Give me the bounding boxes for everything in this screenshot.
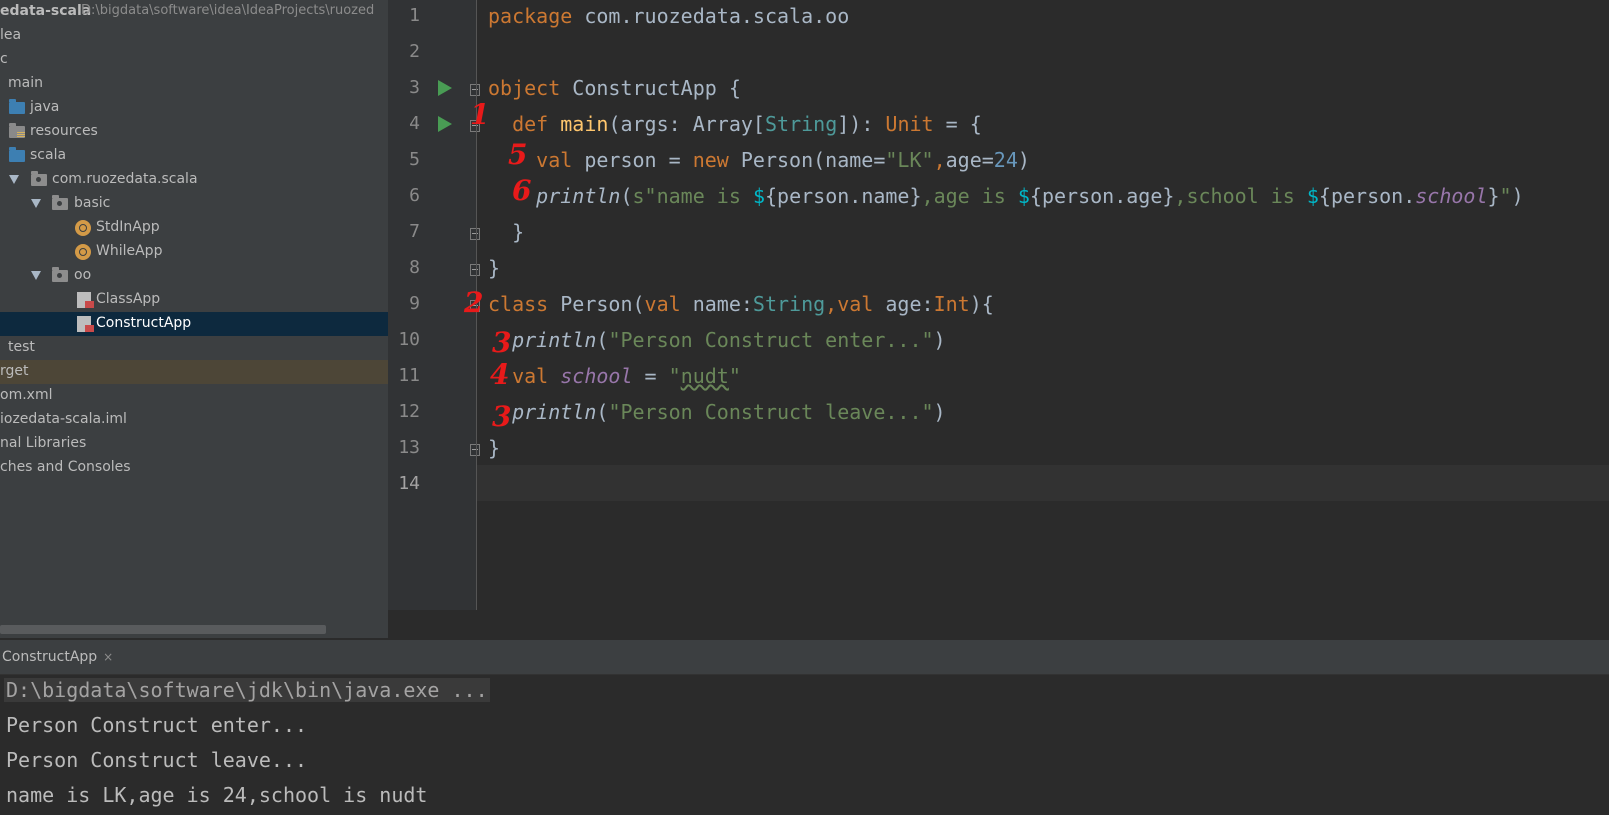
code-line-3: object ConstructApp { [488, 76, 741, 100]
line-number: 10 [398, 329, 420, 350]
line-number: 4 [409, 113, 420, 134]
line-number: 3 [409, 77, 420, 98]
code-line-13: } [488, 436, 501, 460]
current-line-highlight [477, 465, 1609, 501]
tree-item-resources[interactable]: resources [0, 120, 388, 144]
resources-folder-icon [9, 123, 25, 138]
line-number: 11 [398, 365, 420, 386]
chevron-down-icon[interactable] [9, 175, 19, 184]
code-line-10: println("Person Construct enter...") [512, 328, 946, 352]
run-tab-bar: ConstructApp × [0, 640, 1609, 675]
line-number: 13 [398, 437, 420, 458]
tree-item-package-scala[interactable]: com.ruozedata.scala [0, 168, 388, 192]
tree-item-src[interactable]: c [0, 48, 388, 72]
line-number: 14 [398, 473, 420, 494]
console-command-line: D:\bigdata\software\jdk\bin\java.exe ... [4, 678, 490, 702]
code-line-12: println("Person Construct leave...") [512, 400, 946, 424]
editor-gutter: 1 2 3 4 5 6 7 8 9 10 11 12 13 14 [388, 0, 480, 610]
line-number: 12 [398, 401, 420, 422]
run-tab-label: ConstructApp [2, 649, 98, 665]
annotation-number: 1 [470, 98, 490, 131]
folder-icon [9, 147, 25, 162]
project-root-path: D:\bigdata\software\idea\IdeaProjects\ru… [81, 3, 375, 18]
console-output-line: Person Construct leave... [6, 748, 308, 772]
annotation-number: 6 [512, 174, 532, 207]
package-icon [31, 171, 47, 186]
code-line-4: def main(args: Array[String]): Unit = { [512, 112, 982, 136]
tree-item-pom[interactable]: om.xml [0, 384, 388, 408]
horizontal-scrollbar[interactable] [0, 625, 326, 634]
tree-item-constructapp[interactable]: ConstructApp [0, 312, 388, 336]
annotation-number: 2 [464, 286, 484, 319]
package-icon [52, 195, 68, 210]
tree-item-idea[interactable]: lea [0, 24, 388, 48]
console-output-line: name is LK,age is 24,school is nudt [6, 783, 428, 807]
fold-icon[interactable] [470, 228, 480, 240]
code-line-1: package com.ruozedata.scala.oo [488, 4, 850, 28]
tree-item-scala[interactable]: scala [0, 144, 388, 168]
tree-item-main[interactable]: main [0, 72, 388, 96]
tree-item-test[interactable]: test [0, 336, 388, 360]
run-tab-constructapp[interactable]: ConstructApp × [0, 640, 121, 674]
annotation-number: 3 [492, 400, 512, 433]
tree-item-external-libraries[interactable]: nal Libraries [0, 432, 388, 456]
scala-object-icon [75, 220, 91, 236]
tree-item-scratches[interactable]: ches and Consoles [0, 456, 388, 480]
project-root[interactable]: edata-scala D:\bigdata\software\idea\Ide… [0, 0, 388, 24]
close-icon[interactable]: × [103, 650, 113, 664]
tree-item-classapp[interactable]: ClassApp [0, 288, 388, 312]
line-number: 6 [409, 185, 420, 206]
line-number: 7 [409, 221, 420, 242]
scala-object-icon [75, 244, 91, 260]
line-number: 9 [409, 293, 420, 314]
code-line-6: println(s"name is ${person.name},age is … [536, 184, 1524, 208]
project-root-name: edata-scala [0, 3, 92, 19]
project-tree: edata-scala D:\bigdata\software\idea\Ide… [0, 0, 388, 638]
annotation-number: 3 [492, 326, 512, 359]
run-icon[interactable] [438, 116, 452, 132]
tree-item-target[interactable]: rget [0, 360, 388, 384]
tree-item-oo[interactable]: oo [0, 264, 388, 288]
line-number: 2 [409, 41, 420, 62]
fold-icon[interactable] [470, 264, 480, 276]
fold-icon[interactable] [470, 84, 480, 96]
folder-icon [9, 99, 25, 114]
run-panel: ConstructApp × D:\bigdata\software\jdk\bi… [0, 640, 1609, 815]
code-line-9: class Person(val name:String,val age:Int… [488, 292, 994, 316]
tree-item-stdinapp[interactable]: StdInApp [0, 216, 388, 240]
code-editor[interactable]: 1 2 3 4 5 6 7 8 9 10 11 12 13 14 package… [388, 0, 1609, 610]
fold-icon[interactable] [470, 444, 480, 456]
chevron-down-icon[interactable] [31, 199, 41, 208]
code-line-5: val person = new Person(name="LK",age=24… [536, 148, 1030, 172]
scala-class-icon [77, 316, 94, 332]
code-line-7: } [488, 220, 525, 244]
tree-item-java[interactable]: java [0, 96, 388, 120]
line-number: 5 [409, 149, 420, 170]
package-icon [52, 267, 68, 282]
code-line-11: val school = "nudt" [512, 364, 741, 388]
chevron-down-icon[interactable] [31, 271, 41, 280]
annotation-number: 5 [508, 138, 528, 171]
line-number: 1 [409, 5, 420, 26]
line-number: 8 [409, 257, 420, 278]
tree-item-basic[interactable]: basic [0, 192, 388, 216]
annotation-number: 4 [490, 358, 510, 391]
tree-item-iml[interactable]: iozedata-scala.iml [0, 408, 388, 432]
scala-class-icon [77, 292, 94, 308]
console-output-line: Person Construct enter... [6, 713, 308, 737]
run-icon[interactable] [438, 80, 452, 96]
tree-item-whileapp[interactable]: WhileApp [0, 240, 388, 264]
code-line-8: } [488, 256, 501, 280]
